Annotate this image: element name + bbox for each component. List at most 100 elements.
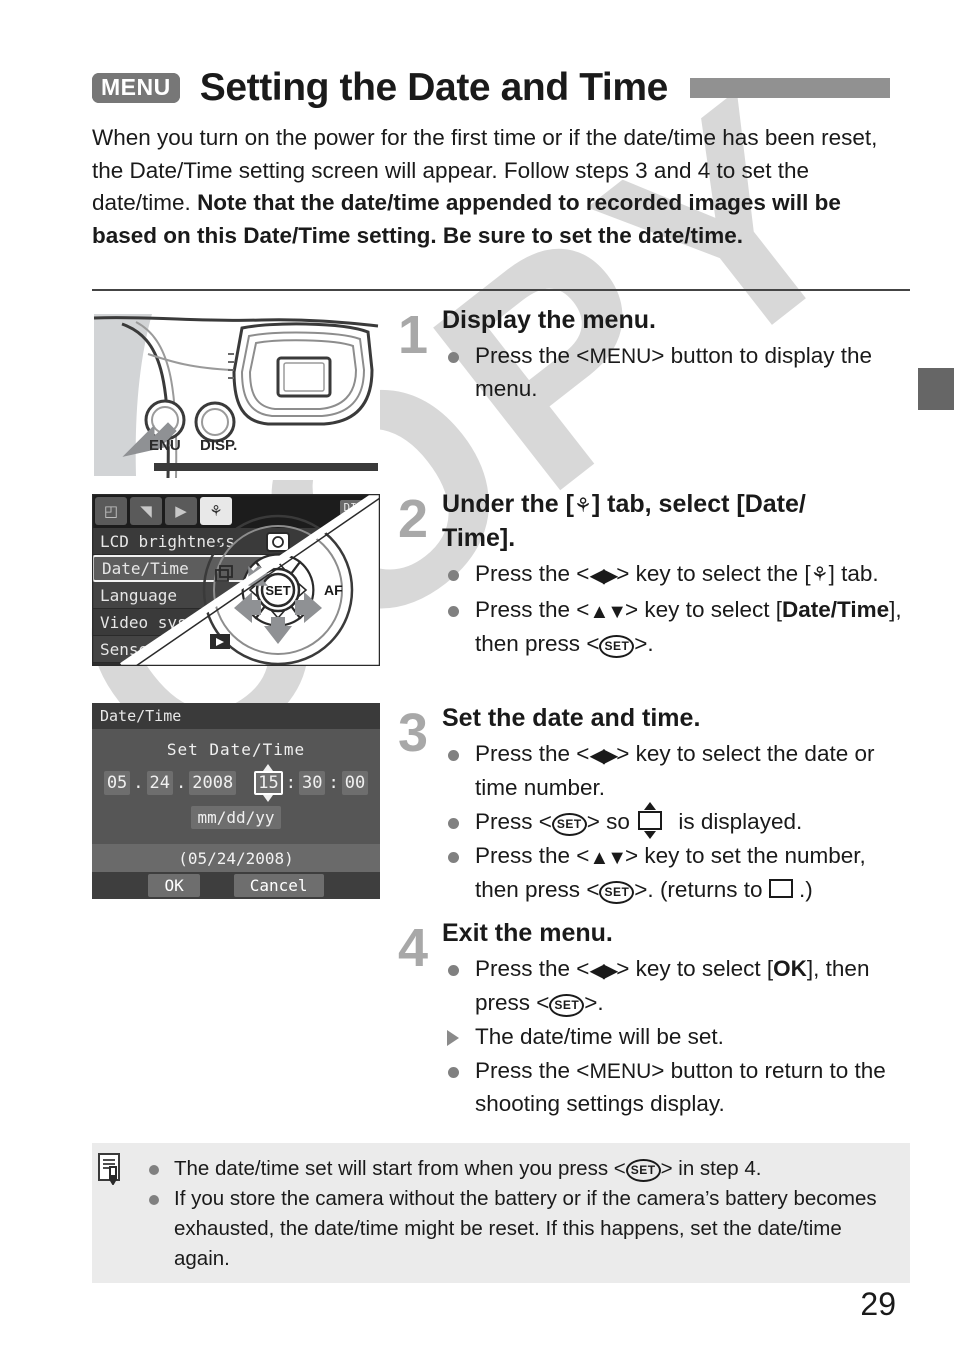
datetime-cancel-button: Cancel <box>233 874 324 897</box>
note-box: The date/time set will start from when y… <box>92 1143 910 1283</box>
title-decoration-bar <box>689 78 890 98</box>
step-1-number: 1 <box>398 305 429 365</box>
datetime-format-row: mm/dd/yy <box>92 806 380 829</box>
menu-row-video-system: Video syst <box>92 609 380 636</box>
datetime-button-row: OK Cancel <box>92 872 380 899</box>
note-item-1: The date/time set will start from when y… <box>144 1154 894 1184</box>
bullet-text: Press the <MENU> button to return to the… <box>475 1058 886 1116</box>
datetime-format-value: mm/dd/yy <box>191 806 281 829</box>
manual-page: MENU Setting the Date and Time When you … <box>0 0 954 1345</box>
datetime-day: 24 <box>146 771 174 795</box>
datetime-value-row: 05 . 24 . 2008 15 : 30 : 00 <box>92 771 380 795</box>
step-2-bullet-2: Press the <▲▼> key to select [Date/Time]… <box>442 594 912 660</box>
datetime-ok-button: OK <box>148 874 200 897</box>
menu-row-language: Language <box>92 582 380 609</box>
shooting-tab-1-icon: ◰ <box>95 497 127 525</box>
step-2-heading: Under the [⚘] tab, select [Date/Time]. <box>442 490 806 552</box>
bullet-dot-icon <box>448 750 459 761</box>
step-2-number: 2 <box>398 489 429 549</box>
note-item-2: If you store the camera without the batt… <box>144 1184 894 1274</box>
menu-row-date-time: Date/Time 05. <box>92 555 380 582</box>
bullet-text: Press the <▲▼> key to set the number, th… <box>475 843 866 904</box>
datetime-sep: . <box>133 773 144 793</box>
bullet-dot-icon <box>448 1067 459 1078</box>
menu-button-label: ENU <box>149 437 181 454</box>
datetime-screen-title: Date/Time <box>92 703 380 729</box>
menu-row-lcd-brightness: LCD brightness ☀ <box>92 528 380 555</box>
menu-row-sensor: Sense <box>92 636 380 663</box>
datetime-minute: 30 <box>298 771 326 795</box>
note-memo-icon <box>98 1153 120 1185</box>
menu-row-label: Language <box>100 585 178 605</box>
step-4-bullet-1: Press the <◀▶> key to select [OK], then … <box>442 953 912 1019</box>
page-number: 29 <box>860 1286 896 1322</box>
datetime-hour-selected: 15 <box>254 771 283 795</box>
step-2-bullets: Press the <◀▶> key to select the [⚘] tab… <box>442 558 912 660</box>
bullet-dot-icon <box>149 1165 159 1175</box>
step-3-bullet-1: Press the <◀▶> key to select the date or… <box>442 738 912 804</box>
step-4-heading: Exit the menu. <box>442 919 613 947</box>
menu-tab-bar: ◰ ◥ ▶ ⚘ DISP <box>92 494 380 528</box>
step-4-bullet-3: Press the <MENU> button to return to the… <box>442 1055 912 1120</box>
disp-button-label: DISP. <box>200 437 237 454</box>
step-3-bullets: Press the <◀▶> key to select the date or… <box>442 738 912 906</box>
page-header: MENU Setting the Date and Time <box>92 62 910 114</box>
section-divider <box>92 289 910 291</box>
bullet-text: Press the <◀▶> key to select the [⚘] tab… <box>475 561 879 587</box>
intro-text-bold: Note that the date/time appended to reco… <box>92 190 841 248</box>
menu-row-label: Date/Time <box>102 559 189 578</box>
datetime-second: 00 <box>341 771 369 795</box>
figure-menu-screen: ◰ ◥ ▶ ⚘ DISP LCD brightness ☀ Date/Time … <box>92 494 380 666</box>
bullet-triangle-icon <box>447 1030 459 1046</box>
note-text: If you store the camera without the batt… <box>174 1187 877 1270</box>
step-3-bullet-2: Press < SET > so is displayed. <box>442 806 912 838</box>
page-edge-tab-marker <box>918 368 954 410</box>
bullet-text: Press < SET > so is displayed. <box>475 809 803 836</box>
menu-row-label: Video syst <box>100 612 197 632</box>
bullet-dot-icon <box>448 606 459 617</box>
step-4-bullets: Press the <◀▶> key to select [OK], then … <box>442 953 912 1120</box>
setup-tab-icon: ⚘ <box>200 497 232 525</box>
menu-badge-icon: MENU <box>92 73 180 103</box>
step-2-bullet-1: Press the <◀▶> key to select the [⚘] tab… <box>442 558 912 592</box>
bullet-dot-icon <box>448 965 459 976</box>
figure-datetime-screen: Date/Time Set Date/Time 05 . 24 . 2008 1… <box>92 703 380 899</box>
bullet-dot-icon <box>448 852 459 863</box>
datetime-month: 05 <box>103 771 131 795</box>
step-3-heading: Set the date and time. <box>442 704 701 732</box>
bullet-text: Press the <▲▼> key to select [Date/Time]… <box>475 597 902 658</box>
page-title: Setting the Date and Time <box>199 66 669 109</box>
bullet-dot-icon <box>149 1195 159 1205</box>
menu-item-list: LCD brightness ☀ Date/Time 05. Language … <box>92 528 380 663</box>
bullet-dot-icon <box>448 352 459 363</box>
bullet-dot-icon <box>448 570 459 581</box>
bullet-text: The date/time will be set. <box>475 1024 724 1049</box>
shooting-tab-2-icon: ◥ <box>130 497 162 525</box>
step-1-bullet-1: Press the <MENU> button to display the m… <box>442 340 912 405</box>
menu-row-value: 05. <box>344 559 372 578</box>
datetime-sep: . <box>176 773 187 793</box>
datetime-year: 2008 <box>189 771 237 795</box>
datetime-sep: : <box>285 773 296 793</box>
bullet-text: Press the <◀▶> key to select [OK], then … <box>475 956 870 1017</box>
menu-row-value: ☀ <box>364 532 374 550</box>
note-text: The date/time set will start from when y… <box>174 1157 762 1182</box>
step-1-bullets: Press the <MENU> button to display the m… <box>442 340 912 405</box>
datetime-set-label: Set Date/Time <box>166 740 306 759</box>
menu-row-label: Sense <box>100 639 149 659</box>
step-4-bullet-2: The date/time will be set. <box>442 1021 912 1053</box>
bullet-text: Press the <◀▶> key to select the date or… <box>475 741 875 800</box>
bullet-dot-icon <box>448 818 459 829</box>
bullet-text: Press the <MENU> button to display the m… <box>475 343 873 401</box>
step-3-bullet-3: Press the <▲▼> key to set the number, th… <box>442 840 912 906</box>
playback-tab-icon: ▶ <box>165 497 197 525</box>
menu-row-label: LCD brightness <box>100 531 235 551</box>
camera-back-illustration: ENU DISP. <box>92 310 380 480</box>
datetime-sep: : <box>328 773 339 793</box>
datetime-preview: (05/24/2008) <box>92 844 380 872</box>
disp-chip-label: DISP <box>339 500 374 515</box>
intro-paragraph: When you turn on the power for the first… <box>92 122 892 252</box>
step-3-number: 3 <box>398 703 429 763</box>
note-list: The date/time set will start from when y… <box>144 1154 894 1274</box>
step-4-number: 4 <box>398 918 429 978</box>
